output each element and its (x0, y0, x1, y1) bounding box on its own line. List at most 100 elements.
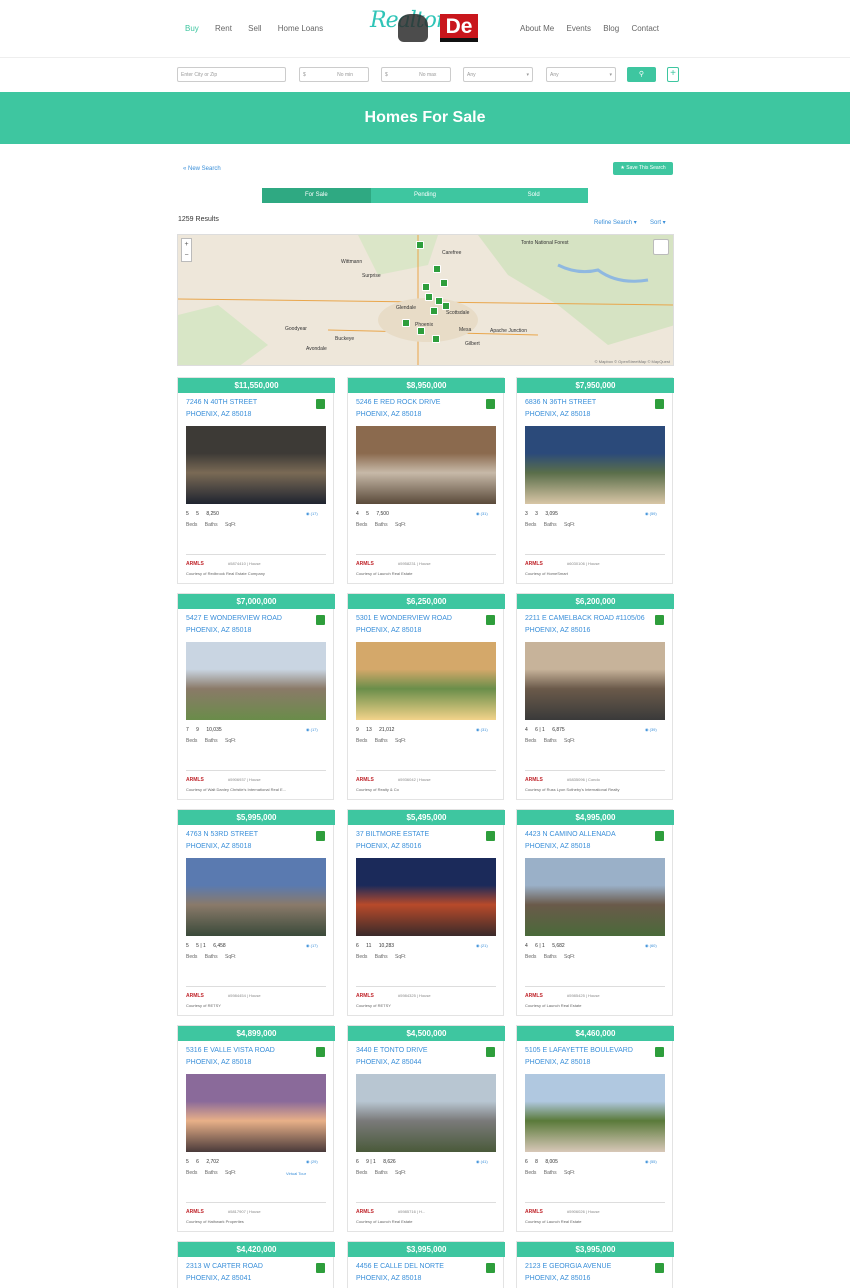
favorite-icon[interactable] (655, 615, 664, 625)
search-button[interactable]: ⚲ (627, 67, 656, 82)
listing-address-line1[interactable]: 2313 W CARTER ROAD (186, 1263, 263, 1270)
new-search-link[interactable]: « New Search (183, 166, 221, 172)
listing-card[interactable]: $3,995,000 2123 E GEORGIA AVENUE PHOENIX… (516, 1241, 674, 1288)
photo-count[interactable]: ◉ (59) (645, 511, 657, 516)
tab-for-sale[interactable]: For Sale (262, 188, 371, 203)
listing-address-line1[interactable]: 5246 E RED ROCK DRIVE (356, 399, 440, 406)
listing-card[interactable]: $6,250,000 5301 E WONDERVIEW ROAD PHOENI… (347, 593, 505, 800)
zoom-out-button[interactable]: − (182, 250, 191, 261)
listing-card[interactable]: $11,550,000 7246 N 40TH STREET PHOENIX, … (177, 377, 335, 584)
photo-count[interactable]: ◉ (39) (645, 727, 657, 732)
photo-count[interactable]: ◉ (17) (306, 727, 318, 732)
favorite-icon[interactable] (316, 615, 325, 625)
refine-search-dropdown[interactable]: Refine Search ▾ (594, 219, 637, 226)
favorite-icon[interactable] (655, 399, 664, 409)
listing-address-line2[interactable]: PHOENIX, AZ 85016 (356, 843, 421, 850)
photo-count[interactable]: ◉ (21) (476, 943, 488, 948)
listing-address-line2[interactable]: PHOENIX, AZ 85018 (356, 411, 421, 418)
sort-dropdown[interactable]: Sort ▾ (650, 219, 666, 226)
listing-card[interactable]: $7,000,000 5427 E WONDERVIEW ROAD PHOENI… (177, 593, 335, 800)
favorite-icon[interactable] (486, 615, 495, 625)
listings-map[interactable]: + − Tonto National Forest Carefree Wittm… (177, 234, 674, 366)
listing-photo[interactable] (525, 1074, 665, 1152)
favorite-icon[interactable] (316, 399, 325, 409)
nav-rent[interactable]: Rent (215, 24, 232, 33)
baths-select[interactable]: Any ▾ (546, 67, 616, 82)
nav-blog[interactable]: Blog (603, 24, 619, 33)
listing-address-line1[interactable]: 4763 N 53RD STREET (186, 831, 258, 838)
listing-address-line2[interactable]: PHOENIX, AZ 85018 (186, 411, 251, 418)
more-filters-button[interactable]: + (667, 67, 679, 82)
listing-address-line1[interactable]: 4456 E CALLE DEL NORTE (356, 1263, 444, 1270)
favorite-icon[interactable] (655, 1047, 664, 1057)
listing-photo[interactable] (186, 642, 326, 720)
listing-address-line1[interactable]: 2211 E CAMELBACK ROAD #1105/06 (525, 615, 645, 622)
favorite-icon[interactable] (316, 1263, 325, 1273)
listing-card[interactable]: $6,200,000 2211 E CAMELBACK ROAD #1105/0… (516, 593, 674, 800)
listing-address-line2[interactable]: PHOENIX, AZ 85018 (525, 1059, 590, 1066)
listing-address-line2[interactable]: PHOENIX, AZ 85018 (186, 843, 251, 850)
listing-card[interactable]: $3,995,000 4456 E CALLE DEL NORTE PHOENI… (347, 1241, 505, 1288)
listing-photo[interactable] (186, 858, 326, 936)
nav-home-loans[interactable]: Home Loans (278, 24, 323, 33)
listing-address-line2[interactable]: PHOENIX, AZ 85018 (525, 843, 590, 850)
photo-count[interactable]: ◉ (41) (476, 1159, 488, 1164)
zoom-in-button[interactable]: + (182, 239, 191, 250)
listing-address-line1[interactable]: 4423 N CAMINO ALLENADA (525, 831, 616, 838)
save-search-button[interactable]: ★ Save This Search (613, 162, 673, 175)
map-marker[interactable] (416, 241, 424, 249)
listing-address-line2[interactable]: PHOENIX, AZ 85018 (356, 627, 421, 634)
favorite-icon[interactable] (316, 1047, 325, 1057)
listing-address-line1[interactable]: 2123 E GEORGIA AVENUE (525, 1263, 611, 1270)
city-zip-input[interactable]: Enter City or Zip (177, 67, 286, 82)
listing-address-line1[interactable]: 6836 N 36TH STREET (525, 399, 596, 406)
favorite-icon[interactable] (486, 399, 495, 409)
nav-events[interactable]: Events (566, 24, 590, 33)
listing-address-line2[interactable]: PHOENIX, AZ 85018 (186, 1059, 251, 1066)
photo-count[interactable]: ◉ (60) (645, 943, 657, 948)
listing-address-line2[interactable]: PHOENIX, AZ 85044 (356, 1059, 421, 1066)
map-zoom-control[interactable]: + − (181, 238, 192, 262)
listing-address-line1[interactable]: 3440 E TONTO DRIVE (356, 1047, 428, 1054)
listing-photo[interactable] (356, 426, 496, 504)
map-marker[interactable] (402, 319, 410, 327)
map-marker[interactable] (422, 283, 430, 291)
map-marker[interactable] (432, 335, 440, 343)
listing-address-line1[interactable]: 5301 E WONDERVIEW ROAD (356, 615, 452, 622)
map-marker[interactable] (440, 279, 448, 287)
listing-card[interactable]: $5,495,000 37 BILTMORE ESTATE PHOENIX, A… (347, 809, 505, 1016)
map-marker[interactable] (433, 265, 441, 273)
layers-icon[interactable] (653, 239, 669, 255)
listing-photo[interactable] (186, 426, 326, 504)
listing-address-line2[interactable]: PHOENIX, AZ 85016 (525, 1275, 590, 1282)
listing-photo[interactable] (525, 858, 665, 936)
favorite-icon[interactable] (486, 1047, 495, 1057)
tab-pending[interactable]: Pending (370, 188, 480, 203)
favorite-icon[interactable] (655, 831, 664, 841)
favorite-icon[interactable] (486, 1263, 495, 1273)
listing-address-line1[interactable]: 5427 E WONDERVIEW ROAD (186, 615, 282, 622)
favorite-icon[interactable] (316, 831, 325, 841)
map-marker[interactable] (417, 327, 425, 335)
max-price-input[interactable]: $ No max (381, 67, 451, 82)
listing-photo[interactable] (356, 642, 496, 720)
listing-card[interactable]: $7,950,000 6836 N 36TH STREET PHOENIX, A… (516, 377, 674, 584)
photo-count[interactable]: ◉ (17) (306, 511, 318, 516)
listing-card[interactable]: $4,899,000 5316 E VALLE VISTA ROAD PHOEN… (177, 1025, 335, 1232)
photo-count[interactable]: ◉ (17) (306, 943, 318, 948)
listing-address-line2[interactable]: PHOENIX, AZ 85018 (356, 1275, 421, 1282)
listing-card[interactable]: $4,995,000 4423 N CAMINO ALLENADA PHOENI… (516, 809, 674, 1016)
listing-photo[interactable] (525, 426, 665, 504)
nav-about-me[interactable]: About Me (520, 24, 554, 33)
listing-address-line2[interactable]: PHOENIX, AZ 85018 (525, 411, 590, 418)
listing-address-line1[interactable]: 7246 N 40TH STREET (186, 399, 257, 406)
photo-count[interactable]: ◉ (55) (645, 1159, 657, 1164)
photo-count[interactable]: ◉ (31) (476, 511, 488, 516)
listing-photo[interactable] (525, 642, 665, 720)
listing-address-line1[interactable]: 5316 E VALLE VISTA ROAD (186, 1047, 275, 1054)
listing-address-line2[interactable]: PHOENIX, AZ 85041 (186, 1275, 251, 1282)
listing-card[interactable]: $8,950,000 5246 E RED ROCK DRIVE PHOENIX… (347, 377, 505, 584)
listing-address-line1[interactable]: 37 BILTMORE ESTATE (356, 831, 429, 838)
listing-address-line2[interactable]: PHOENIX, AZ 85018 (186, 627, 251, 634)
nav-sell[interactable]: Sell (248, 24, 261, 33)
